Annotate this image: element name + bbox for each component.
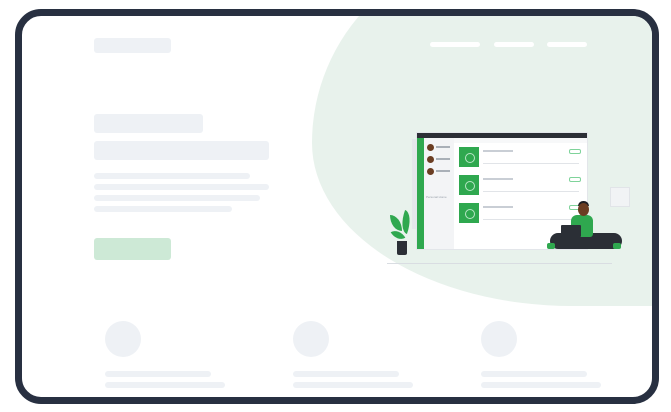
browser-frame: Personal Home: [15, 9, 659, 404]
plant-leaf: [390, 215, 402, 231]
avatar: [427, 168, 434, 175]
hero-text-line-3: [94, 195, 260, 201]
hero-title-line-1: [94, 114, 203, 133]
image-icon: [459, 147, 479, 167]
hero-title-line-2: [94, 141, 269, 160]
floor-line: [387, 263, 612, 264]
nav-link-1[interactable]: [430, 42, 480, 47]
feature-placeholder-icon: [481, 321, 517, 357]
avatar: [427, 156, 434, 163]
feature-card-3: [470, 321, 601, 391]
contact-item: [427, 156, 451, 165]
app-tabs: [454, 138, 587, 143]
post-card: [459, 147, 583, 169]
hero-text-line-2: [94, 184, 269, 190]
avatar: [427, 144, 434, 151]
feature-card-2: [282, 321, 413, 391]
feature-placeholder-icon: [105, 321, 141, 357]
logo-placeholder[interactable]: [94, 38, 171, 53]
laptop-icon: [561, 225, 581, 237]
app-sidebar: [417, 138, 424, 249]
image-icon: [459, 175, 479, 195]
app-contact-list: [424, 138, 454, 249]
contact-item: [427, 168, 451, 177]
plant-pot-graphic: [397, 241, 407, 255]
post-card: [459, 175, 583, 197]
person-graphic: [547, 201, 623, 263]
app-sidebar-label: Personal Home: [426, 195, 447, 199]
contact-item: [427, 144, 451, 153]
hero-illustration: Personal Home: [387, 111, 630, 271]
nav-link-2[interactable]: [494, 42, 534, 47]
image-icon: [459, 203, 479, 223]
hero-text-line-4: [94, 206, 232, 212]
cta-button[interactable]: [94, 238, 171, 260]
feature-card-1: [94, 321, 225, 391]
feature-placeholder-icon: [293, 321, 329, 357]
nav-link-3[interactable]: [547, 42, 587, 47]
hero-text-line-1: [94, 173, 250, 179]
